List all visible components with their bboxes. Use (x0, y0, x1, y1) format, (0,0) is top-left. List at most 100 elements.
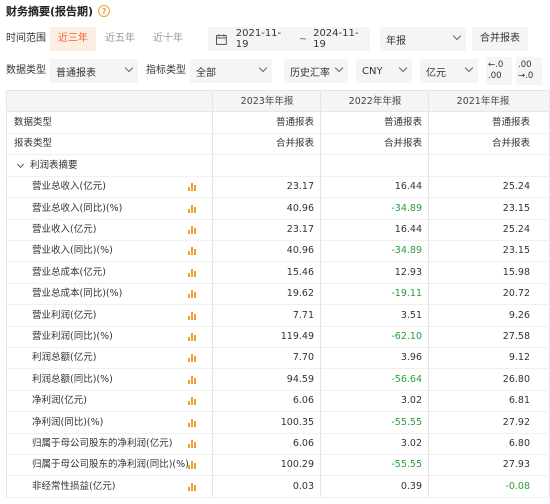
bar-chart-icon[interactable] (188, 440, 198, 448)
cell-value: 40.96 (286, 245, 314, 257)
table-row: 营业利润(同比)(%) 119.49 -62.10 27.58 (6, 326, 550, 348)
cell-value: 0.39 (400, 480, 422, 492)
data-type-label: 数据类型 (6, 65, 46, 76)
cell-value: 23.15 (502, 245, 530, 257)
cell-value: 合并报表 (491, 138, 530, 150)
cell-value: -62.10 (391, 331, 422, 342)
tab-10-years[interactable]: 近十年 (145, 27, 191, 51)
cell-value: 7.70 (292, 352, 314, 364)
cell-value: 9.26 (508, 309, 530, 321)
row-label: 归属于母公司股东的净利润(同比)(%) (32, 459, 189, 471)
chevron-down-icon[interactable] (16, 160, 25, 168)
cell-value: 25.24 (502, 224, 530, 235)
row-label: 数据类型 (14, 117, 53, 128)
tab-3-years[interactable]: 近三年 (50, 27, 96, 51)
bar-chart-icon[interactable] (188, 290, 198, 299)
cell-value: 3.51 (400, 309, 422, 321)
row-label: 营业利润(亿元) (32, 309, 97, 321)
cell-value: 27.93 (502, 459, 530, 471)
grid-line (212, 90, 213, 498)
unit-value: 亿元 (426, 67, 446, 79)
row-label: 利润总额(亿元) (32, 352, 97, 364)
table-header: 2023年年报 2022年年报 2021年年报 (6, 90, 550, 112)
cell-value: 9.12 (508, 352, 530, 364)
row-label: 营业总收入(亿元) (32, 181, 106, 193)
bar-chart-icon[interactable] (188, 204, 198, 213)
decrease-decimals-button[interactable]: ←.0 .00 (486, 57, 512, 85)
fx-rate-select[interactable]: 历史汇率 (284, 59, 348, 83)
bar-chart-icon[interactable] (188, 183, 198, 192)
bar-chart-icon[interactable] (188, 397, 198, 406)
indicator-type-label: 指标类型 (146, 65, 186, 76)
table-row: 非经常性损益(亿元) 0.03 0.39 -0.08 (6, 476, 550, 498)
cell-value: 15.98 (502, 266, 530, 278)
grid-line (320, 90, 321, 498)
row-label: 非经常性损益(亿元) (32, 480, 116, 492)
table-row: 归属于母公司股东的净利润(同比)(%) 100.29 -55.55 27.93 (6, 454, 550, 477)
cell-value: 3.02 (400, 438, 422, 449)
grid-line (6, 90, 7, 498)
grid-line (428, 90, 429, 498)
table-row: 净利润(同比)(%) 100.35 -55.55 27.92 (6, 412, 550, 434)
cell-value: 合并报表 (383, 138, 422, 150)
row-label: 报表类型 (14, 138, 53, 150)
bar-chart-icon[interactable] (188, 375, 198, 384)
bar-chart-icon[interactable] (188, 354, 198, 363)
page-header: 财务摘要(报告期) ? (6, 2, 111, 20)
bar-chart-icon[interactable] (188, 311, 198, 320)
tab-5-years[interactable]: 近五年 (97, 27, 143, 51)
decrease-decimals-line2: .00 (488, 71, 502, 81)
bar-chart-icon[interactable] (188, 461, 198, 470)
column-header: 2022年年报 (348, 96, 402, 107)
cell-value: 普通报表 (275, 117, 314, 128)
date-range-picker[interactable]: 2021-11-19 ~ 2024-11-19 (208, 27, 370, 51)
cell-value: 25.24 (502, 181, 530, 193)
table-row: 净利润(亿元) 6.06 3.02 6.81 (6, 390, 550, 413)
increase-decimals-line2: →.0 (518, 71, 534, 81)
column-header: 2023年年报 (240, 96, 294, 107)
cell-value: 23.15 (502, 202, 530, 214)
cell-value: 普通报表 (383, 117, 422, 128)
chevron-down-icon (398, 63, 408, 73)
section-header[interactable]: 利润表摘要 (6, 155, 550, 177)
cell-value: -55.55 (391, 459, 422, 471)
chevron-down-icon (124, 63, 134, 73)
cell-value: 19.62 (286, 288, 314, 300)
cell-value: -34.89 (391, 245, 422, 257)
cell-value: -55.55 (391, 416, 422, 428)
cell-value: 100.35 (280, 416, 314, 428)
increase-decimals-button[interactable]: .00 →.0 (516, 57, 542, 85)
bar-chart-icon[interactable] (188, 482, 198, 491)
column-header: 2021年年报 (456, 96, 510, 107)
row-label: 营业利润(同比)(%) (32, 331, 113, 342)
cell-value: 3.96 (400, 352, 422, 364)
unit-select[interactable]: 亿元 (420, 59, 478, 83)
decrease-decimals-line1: ←.0 (488, 60, 504, 70)
consolidated-report-button[interactable]: 合并报表 (472, 27, 528, 51)
bar-chart-icon[interactable] (188, 226, 198, 234)
table-row: 利润总额(亿元) 7.70 3.96 9.12 (6, 347, 550, 370)
bar-chart-icon[interactable] (188, 333, 198, 341)
cell-value: 23.17 (286, 224, 314, 235)
row-label: 净利润(同比)(%) (32, 416, 104, 428)
cell-value: 0.03 (292, 480, 314, 492)
cell-value: -34.89 (391, 202, 422, 214)
period-select[interactable]: 年报 (380, 27, 466, 51)
cell-value: -19.11 (391, 288, 422, 300)
row-label: 归属于母公司股东的净利润(亿元) (32, 438, 173, 449)
period-select-value: 年报 (386, 35, 406, 47)
cell-value: 6.80 (508, 438, 530, 449)
table-row: 归属于母公司股东的净利润(亿元) 6.06 3.02 6.80 (6, 433, 550, 455)
indicator-type-select[interactable]: 全部 (190, 59, 272, 83)
bar-chart-icon[interactable] (188, 247, 198, 256)
help-icon[interactable]: ? (98, 5, 111, 17)
data-type-select[interactable]: 普通报表 (50, 59, 138, 83)
bar-chart-icon[interactable] (188, 268, 198, 277)
bar-chart-icon[interactable] (188, 418, 198, 427)
table-row: 数据类型 普通报表 普通报表 普通报表 (6, 112, 550, 134)
currency-select[interactable]: CNY (356, 59, 412, 83)
cell-value: 27.92 (502, 416, 530, 428)
cell-value: 合并报表 (275, 138, 314, 150)
cell-value: 20.72 (502, 288, 530, 300)
cell-value: 15.46 (286, 266, 314, 278)
